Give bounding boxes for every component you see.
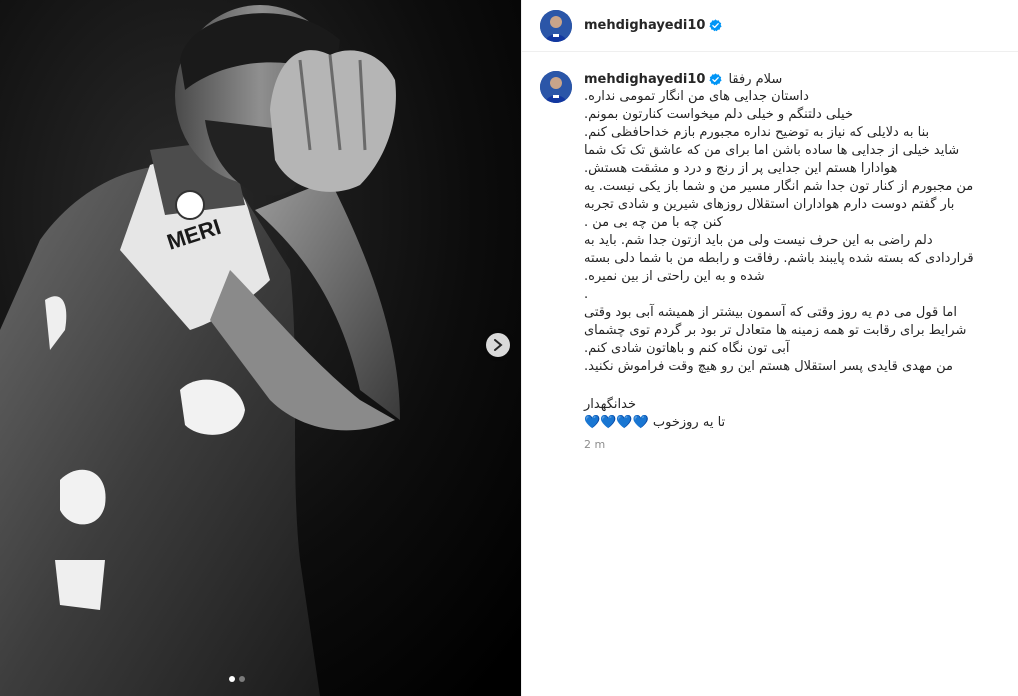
- caption-line: داستان جدایی های من انگار تمومی نداره.: [584, 89, 809, 104]
- carousel-dot-2: [239, 676, 245, 682]
- post-caption: mehdighayedi10 سلام رفقا داستان جدایی ها…: [540, 70, 1000, 451]
- caption-first-line: سلام رفقا: [728, 71, 783, 87]
- player-photo: MERI: [0, 0, 521, 696]
- caption-line: .: [584, 287, 589, 302]
- chevron-right-icon: [494, 339, 503, 351]
- caption-line: خیلی دلتنگم و خیلی دلم میخواست کنارتون ب…: [584, 107, 853, 122]
- post-side-panel: mehdighayedi10 mehdighayedi10 سلام رفقا …: [521, 0, 1018, 696]
- caption-line: هوادارا هستم این جدایی پر از رنج و درد و…: [584, 161, 898, 176]
- caption-sign-off: خدانگهدار تا یه روزخوب 💙💙💙💙: [584, 396, 1004, 432]
- caption-body: mehdighayedi10 سلام رفقا داستان جدایی ها…: [584, 70, 1004, 452]
- last-line: تا یه روزخوب 💙💙💙💙: [584, 414, 1004, 432]
- last-line-text: تا یه روزخوب: [652, 415, 726, 430]
- avatar[interactable]: [540, 9, 572, 42]
- post-media[interactable]: MERI: [0, 0, 521, 696]
- caption-avatar[interactable]: [540, 71, 572, 103]
- post-header: mehdighayedi10: [522, 0, 1018, 52]
- caption-line: آبی تون نگاه کنم و باهاتون شادی کنم.: [584, 341, 790, 356]
- caption-line: من مجبورم از کنار تون جدا شم انگار مسیر …: [584, 179, 974, 194]
- caption-line: کنن چه با من چه بی من .: [584, 215, 723, 230]
- next-slide-button[interactable]: [486, 333, 510, 357]
- caption-line: بار گفتم دوست دارم هواداران استقلال روزه…: [584, 197, 955, 212]
- username[interactable]: mehdighayedi10: [584, 18, 705, 33]
- instagram-post: MERI mehdighayedi10 mehdighayedi10 سلام …: [0, 0, 1018, 696]
- caption-username[interactable]: mehdighayedi10: [584, 72, 705, 87]
- verified-badge-icon: [709, 72, 723, 85]
- verified-badge-icon: [709, 19, 723, 32]
- carousel-indicator: [229, 676, 245, 682]
- caption-line: دلم راضی به این حرف نیست ولی من باید ازت…: [584, 233, 933, 248]
- avatar-image: [540, 9, 572, 42]
- caption-line: شاید خیلی از جدایی ها ساده باشن اما برای…: [584, 143, 960, 158]
- avatar-image: [540, 71, 572, 103]
- caption-line: من مهدی قایدی پسر استقلال هستم این رو هی…: [584, 359, 953, 374]
- post-timestamp[interactable]: 2 m: [584, 438, 1004, 451]
- caption-line: شرایط برای رقابت تو همه زمینه ها متعادل …: [584, 323, 967, 338]
- caption-text: داستان جدایی های من انگار تمومی نداره. خ…: [584, 88, 1004, 376]
- caption-line: قراردادی که بسته شده پایبند باشم. رفاقت …: [584, 251, 974, 266]
- blue-heart-icons: 💙💙💙💙: [584, 415, 649, 430]
- caption-line: بنا به دلایلی که نیاز به توضیح نداره مجب…: [584, 125, 930, 140]
- caption-head: mehdighayedi10 سلام رفقا: [584, 70, 1004, 88]
- caption-line: اما قول می دم یه روز وقتی که آسمون بیشتر…: [584, 305, 957, 320]
- carousel-dot-1: [229, 676, 235, 682]
- sign-off-text: خدانگهدار: [584, 397, 636, 412]
- caption-line: شده و به این راحتی از بین نمیره.: [584, 269, 765, 284]
